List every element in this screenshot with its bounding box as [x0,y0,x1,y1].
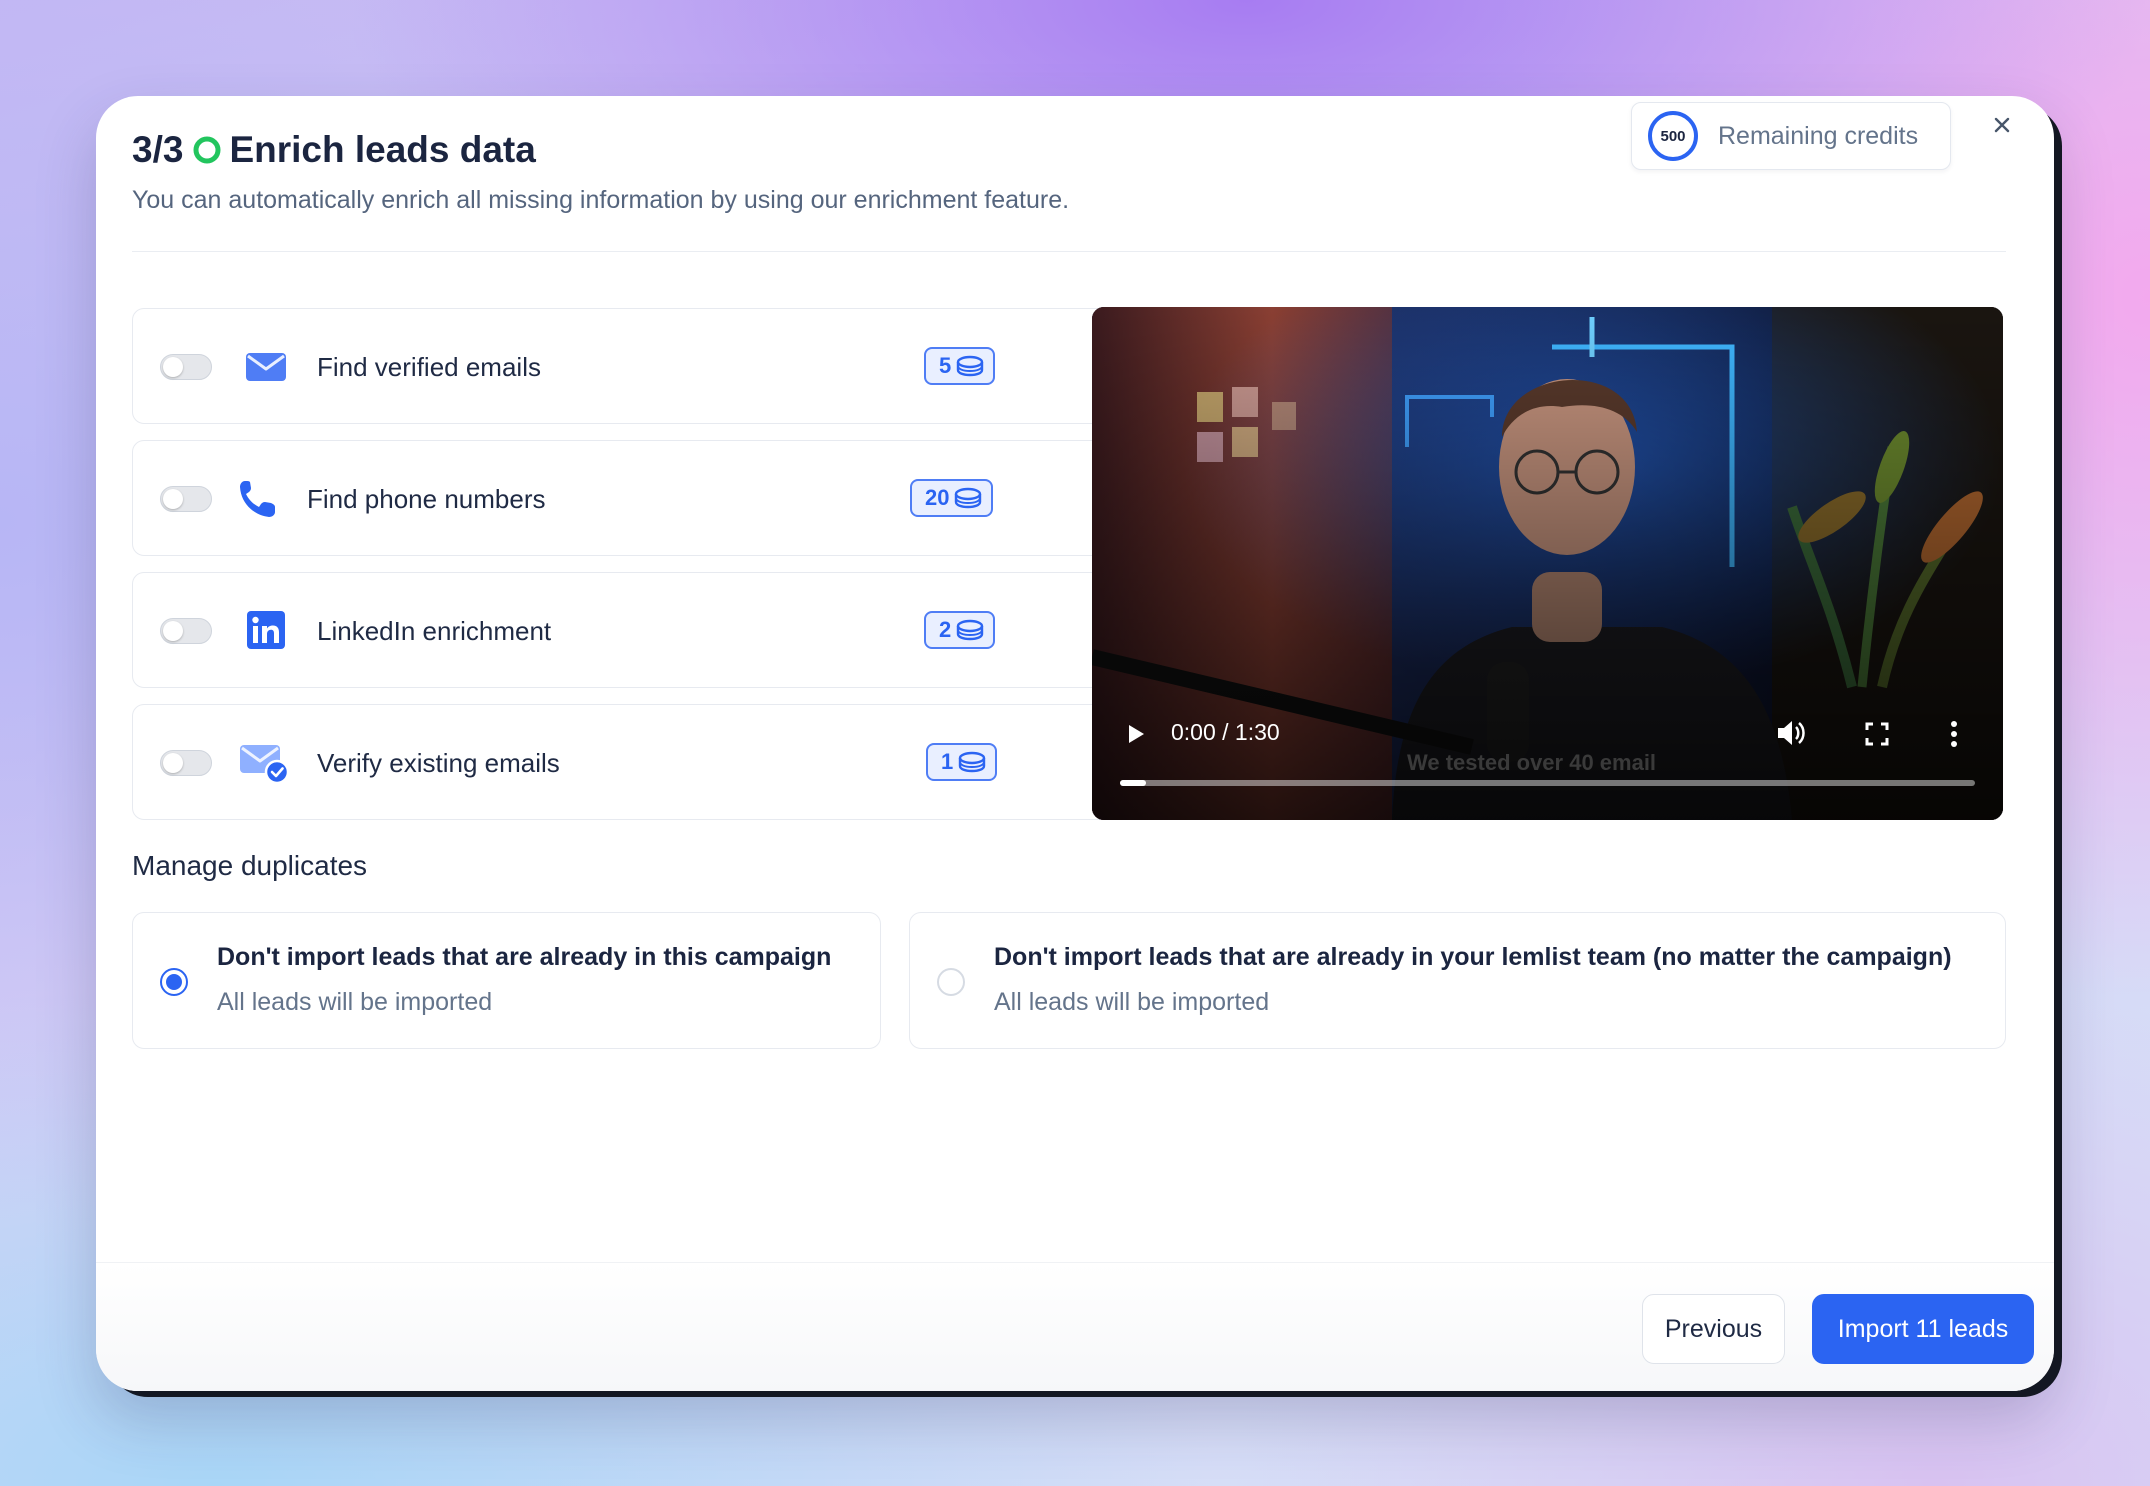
coins-icon [955,487,982,509]
duplicate-option-subtitle: All leads will be imported [994,988,1270,1016]
manage-duplicates-heading: Manage duplicates [132,850,368,881]
linkedin-icon [247,611,285,649]
radio-campaign[interactable] [160,968,188,996]
coins-icon [957,619,984,641]
toggle-find-phone-numbers[interactable] [160,486,212,512]
duplicate-option-team[interactable]: Don't import leads that are already in y… [909,912,2006,1049]
toggle-find-verified-emails[interactable] [160,354,212,380]
video-progress-fill [1120,780,1146,786]
credit-cost-badge: 1 [926,743,998,781]
toggle-verify-existing-emails[interactable] [160,750,212,776]
feature-label: Find verified emails [317,352,541,382]
envelope-check-icon [240,745,290,785]
envelope-icon [246,353,286,381]
duplicate-option-subtitle: All leads will be imported [217,988,493,1016]
import-leads-button[interactable]: Import 11 leads [1812,1294,2034,1364]
radio-team[interactable] [937,968,965,996]
video-time: 0:00 / 1:30 [1171,719,1280,745]
credit-cost-value: 20 [925,485,950,510]
video-progress-bar[interactable] [1120,780,1975,786]
header-divider [132,251,2006,252]
modal-subtitle: You can automatically enrich all missing… [132,186,1070,214]
credit-cost-value: 1 [941,749,954,774]
coins-icon [957,355,984,377]
credits-label: Remaining credits [1718,121,1919,150]
tutorial-video-player[interactable]: 0:00 / 1:30 We tested over 40 email [1092,307,2003,820]
volume-icon[interactable] [1775,718,1807,748]
duplicate-option-title: Don't import leads that are already in t… [217,943,832,971]
feature-linkedin-enrichment: LinkedIn enrichment 2 [132,572,1167,688]
credit-cost-value: 2 [939,617,952,642]
previous-button[interactable]: Previous [1642,1294,1785,1364]
feature-verify-existing-emails: Verify existing emails 1 [132,704,1167,820]
modal-title: Enrich leads data [229,129,536,170]
modal-header: 3/3 Enrich leads data [132,129,536,171]
credit-cost-badge: 5 [924,347,996,385]
feature-find-verified-emails: Find verified emails 5 [132,308,1167,424]
duplicate-option-title: Don't import leads that are already in y… [994,943,1952,971]
phone-icon [240,481,275,517]
credit-cost-badge: 2 [924,611,996,649]
fullscreen-icon[interactable] [1865,722,1889,746]
progress-ring-icon [193,136,221,164]
feature-label: Verify existing emails [317,748,560,778]
coins-icon [959,751,986,773]
play-icon[interactable] [1126,723,1146,745]
enrich-leads-modal: 3/3 Enrich leads data You can automatica… [96,96,2054,1391]
feature-find-phone-numbers: Find phone numbers 20 [132,440,1167,556]
step-counter: 3/3 [132,129,184,170]
credit-cost-badge: 20 [910,479,994,517]
feature-label: Find phone numbers [307,484,546,514]
close-icon[interactable] [1987,110,2017,140]
video-caption: We tested over 40 email [1407,750,1657,775]
more-options-icon[interactable] [1949,719,1959,749]
credit-cost-value: 5 [939,353,952,378]
remaining-credits-badge: 500 Remaining credits [1631,102,1951,170]
toggle-linkedin-enrichment[interactable] [160,618,212,644]
feature-label: LinkedIn enrichment [317,616,552,646]
credits-count: 500 [1648,111,1698,161]
duplicate-option-campaign[interactable]: Don't import leads that are already in t… [132,912,881,1049]
